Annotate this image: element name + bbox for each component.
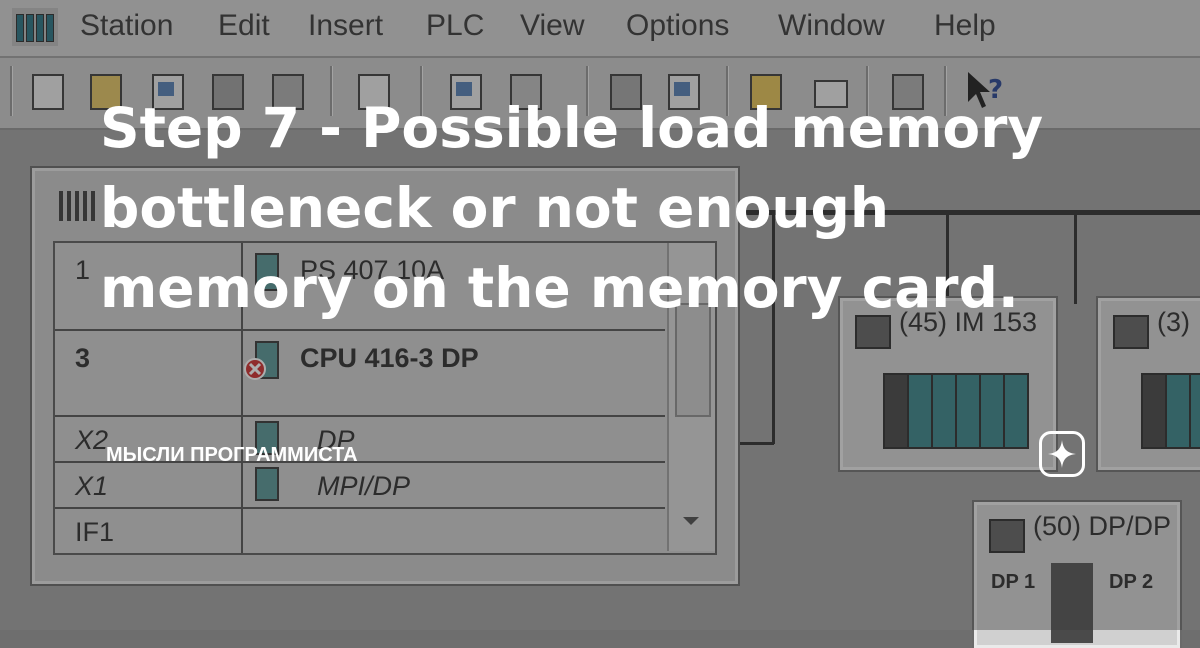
article-headline: Step 7 - Possible load memory bottleneck… xyxy=(100,96,1044,320)
channel-name[interactable]: МЫСЛИ ПРОГРАММИСТА xyxy=(106,444,358,467)
sparkle-icon xyxy=(1039,431,1085,477)
